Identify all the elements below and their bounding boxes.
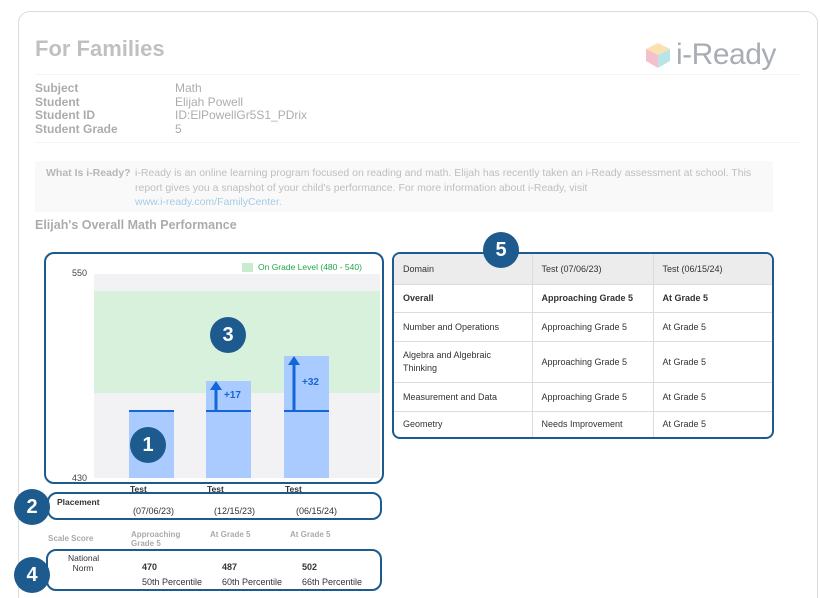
info-label: Student Grade [35, 121, 118, 136]
result-cell: At Grade 5 [653, 381, 772, 411]
what-is-body: i-Ready is an online learning program fo… [135, 167, 752, 194]
table-header-row: Domain Test (07/06/23) Test (06/15/24) [394, 254, 772, 284]
callout-2: 2 [14, 489, 50, 525]
result-cell: At Grade 5 [653, 311, 772, 341]
callout-4: 4 [14, 557, 50, 593]
result-cell: At Grade 5 [653, 283, 772, 312]
column-header: Test (06/15/24) [653, 254, 772, 284]
info-label: Student [35, 94, 80, 109]
column-header: Test (07/06/23) [532, 254, 654, 284]
domain-cell: Geometry [394, 410, 533, 437]
result-cell: At Grade 5 [653, 340, 772, 382]
info-value: Elijah Powell [175, 94, 244, 109]
what-is-panel: What Is i-Ready? i-Ready is an online le… [35, 161, 773, 212]
info-value: Math [175, 81, 202, 95]
cube-icon [646, 43, 670, 68]
table-row: Algebra and Algebraic Thinking Approachi… [394, 340, 772, 382]
domain-table: Domain Test (07/06/23) Test (06/15/24) O… [392, 252, 774, 439]
result-cell: At Grade 5 [653, 410, 772, 437]
callout-5: 5 [483, 232, 519, 268]
domain-cell: Overall [394, 283, 533, 312]
scale-score-label: Scale Score [48, 534, 94, 543]
page-title: For Families [35, 36, 165, 61]
result-cell: Approaching Grade 5 [532, 283, 654, 312]
result-cell: Approaching Grade 5 [532, 381, 654, 411]
table-row: Number and Operations Approaching Grade … [394, 311, 772, 341]
placement-level: Approaching Grade 5 [131, 530, 181, 548]
info-label: Subject [35, 81, 79, 95]
info-row: Student Elijah Powell [35, 94, 307, 110]
what-is-text: i-Ready is an online learning program fo… [135, 166, 765, 210]
domain-cell: Measurement and Data [394, 381, 533, 411]
result-cell: Needs Improvement [532, 410, 654, 437]
norm-highlight [46, 549, 382, 591]
info-value: 5 [175, 121, 182, 136]
what-is-label: What Is i-Ready? [46, 167, 131, 179]
result-cell: Approaching Grade 5 [532, 340, 654, 382]
info-row: Student Grade 5 [35, 121, 307, 137]
result-cell: Approaching Grade 5 [532, 311, 654, 341]
table-row: Geometry Needs Improvement At Grade 5 [394, 410, 772, 437]
placement-highlight [47, 492, 382, 520]
divider [35, 74, 801, 75]
placement-level: At Grade 5 [290, 530, 331, 539]
info-row: Subject Math [35, 81, 307, 96]
info-row: Student ID ID:ElPowellGr5S1_PDrix [35, 108, 308, 123]
logo-text: i-Ready [676, 38, 776, 71]
domain-cell: Number and Operations [394, 311, 533, 341]
callout-1: 1 [130, 427, 166, 463]
table-row: Measurement and Data Approaching Grade 5… [394, 381, 772, 411]
student-info: Subject Math Student Elijah Powell Student… [35, 81, 308, 137]
placement-level: At Grade 5 [210, 530, 251, 539]
divider [35, 142, 801, 143]
domain-cell: Algebra and Algebraic Thinking [394, 340, 533, 382]
section-title: Elijah's Overall Math Performance [35, 218, 237, 232]
chart-highlight [44, 252, 384, 484]
table-row: Overall Approaching Grade 5 At Grade 5 [394, 283, 772, 312]
callout-3: 3 [210, 317, 246, 353]
family-center-link[interactable]: www.i-ready.com/FamilyCenter. [135, 196, 282, 208]
i-ready-logo: i-Ready [644, 37, 800, 73]
info-value: ID:ElPowellGr5S1_PDrix [175, 108, 308, 122]
info-label: Student ID [35, 108, 95, 122]
